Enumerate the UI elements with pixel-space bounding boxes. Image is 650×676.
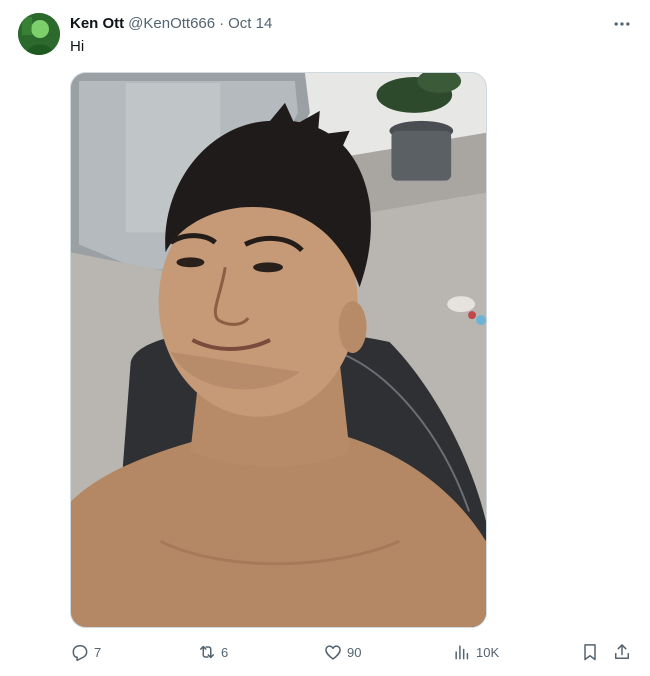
tweet-header: Ken Ott @KenOtt666 · Oct 14 xyxy=(70,14,272,34)
more-options-button[interactable] xyxy=(610,14,634,34)
reply-count: 7 xyxy=(94,644,102,660)
avatar[interactable] xyxy=(18,13,60,55)
reply-button[interactable]: 7 xyxy=(70,641,101,663)
bookmark-icon xyxy=(584,644,596,661)
views-button[interactable]: 10K xyxy=(452,641,499,663)
tweet-text: Hi xyxy=(70,38,85,55)
author-display-name[interactable]: Ken Ott xyxy=(70,14,124,34)
avatar-image xyxy=(18,13,60,55)
bar-chart-icon xyxy=(455,645,469,660)
retweet-count: 6 xyxy=(221,644,229,660)
tweet-date[interactable]: Oct 14 xyxy=(228,14,272,34)
views-count: 10K xyxy=(476,644,500,660)
bookmark-button[interactable] xyxy=(580,641,600,663)
tweet-photo[interactable] xyxy=(70,72,487,628)
heart-icon xyxy=(325,645,341,660)
retweet-button[interactable]: 6 xyxy=(197,641,228,663)
reply-icon xyxy=(72,645,88,662)
photo-image xyxy=(71,73,486,627)
more-icon xyxy=(614,22,630,26)
like-button[interactable]: 90 xyxy=(323,641,361,663)
action-bar: 7 6 90 10K xyxy=(0,641,650,663)
retweet-icon xyxy=(200,645,214,659)
tweet-card: Ken Ott @KenOtt666 · Oct 14 Hi 7 6 90 10… xyxy=(0,0,650,676)
share-icon xyxy=(615,644,629,659)
header-separator: · xyxy=(219,15,225,32)
like-count: 90 xyxy=(347,644,362,660)
author-handle[interactable]: @KenOtt666 xyxy=(128,14,215,34)
share-button[interactable] xyxy=(612,641,632,663)
